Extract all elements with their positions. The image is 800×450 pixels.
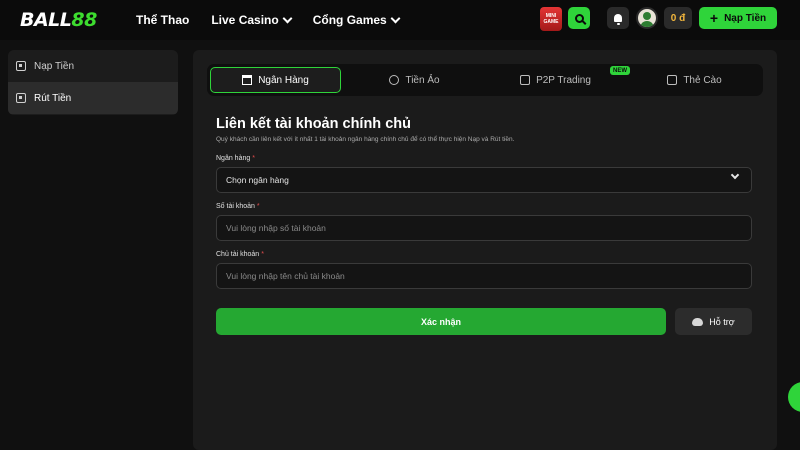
form-description: Quý khách cần liên kết với ít nhất 1 tài…	[216, 136, 515, 143]
new-badge: NEW	[610, 66, 630, 75]
sidebar-item-label: Rút Tiền	[34, 92, 72, 104]
account-number-label-text: Số tài khoản	[216, 203, 255, 210]
nav-cong-games[interactable]: Cổng Games	[312, 13, 401, 27]
bank-label: Ngân hàng *	[216, 155, 255, 162]
sidebar: Nạp Tiền Rút Tiền	[8, 50, 178, 115]
top-header: BALL88 Thể Thao Live Casino Cổng Games M…	[0, 0, 800, 40]
account-number-input[interactable]: Vui lòng nhập số tài khoản	[216, 215, 752, 241]
account-number-placeholder: Vui lòng nhập số tài khoản	[226, 223, 326, 233]
bank-select[interactable]: Chọn ngân hàng	[216, 167, 752, 193]
account-holder-label: Chủ tài khoản *	[216, 251, 264, 258]
plus-icon: +	[709, 10, 719, 26]
card-icon	[667, 75, 678, 85]
bank-select-value: Chọn ngân hàng	[226, 175, 289, 185]
support-button[interactable]: Hỗ trợ	[675, 308, 752, 335]
submit-button[interactable]: Xác nhận	[216, 308, 666, 335]
required-mark: *	[261, 251, 264, 258]
chevron-down-icon	[282, 13, 293, 23]
main-nav: Thể Thao Live Casino Cổng Games	[136, 0, 401, 40]
account-holder-placeholder: Vui lòng nhập tên chủ tài khoản	[226, 271, 345, 281]
account-holder-label-text: Chủ tài khoản	[216, 251, 260, 258]
required-mark: *	[256, 203, 260, 210]
support-label: Hỗ trợ	[709, 316, 735, 327]
payment-method-tabs: Ngân Hàng Tiền Ảo P2P Trading NEW Thẻ Cà…	[207, 64, 763, 96]
account-number-label: Số tài khoản *	[216, 203, 260, 210]
tab-p2p-trading[interactable]: P2P Trading	[490, 67, 621, 93]
tab-tien-ao[interactable]: Tiền Ảo	[349, 67, 480, 93]
tab-label: Tiền Ảo	[405, 74, 440, 86]
bell-icon	[614, 14, 622, 25]
deposit-button[interactable]: + Nạp Tiền	[699, 7, 777, 29]
deposit-label: Nạp Tiền	[724, 12, 767, 24]
sidebar-item-label: Nạp Tiền	[34, 60, 75, 72]
nav-label: Cổng Games	[312, 13, 387, 27]
logo-text-88: 88	[71, 9, 97, 31]
sidebar-item-nap-tien[interactable]: Nạp Tiền	[8, 50, 178, 82]
tab-the-cao[interactable]: Thẻ Cào	[629, 67, 760, 93]
withdraw-panel: Ngân Hàng Tiền Ảo P2P Trading NEW Thẻ Cà…	[193, 50, 777, 450]
chevron-down-icon	[390, 13, 401, 23]
nav-live-casino[interactable]: Live Casino	[211, 13, 293, 27]
nav-the-thao[interactable]: Thể Thao	[136, 13, 189, 27]
tab-label: Ngân Hàng	[258, 74, 309, 86]
nav-label: Live Casino	[211, 13, 279, 27]
search-icon	[574, 13, 584, 23]
p2p-icon	[520, 75, 531, 85]
bank-label-text: Ngân hàng	[216, 155, 251, 162]
logo-text-ball: BALL	[20, 9, 72, 31]
floating-chat-button[interactable]	[788, 382, 800, 412]
form-title: Liên kết tài khoản chính chủ	[216, 116, 411, 132]
bank-icon	[242, 75, 253, 85]
ball88-logo[interactable]: BALL88	[20, 9, 97, 31]
avatar[interactable]	[636, 7, 658, 29]
required-mark: *	[252, 155, 255, 162]
tab-label: Thẻ Cào	[683, 74, 722, 86]
mini-game-button[interactable]: MINI GAME	[540, 7, 562, 31]
chat-support-icon	[692, 317, 704, 326]
nav-label: Thể Thao	[136, 13, 190, 27]
balance-display[interactable]: 0 đ	[664, 7, 692, 29]
coin-icon	[389, 75, 400, 85]
account-holder-input[interactable]: Vui lòng nhập tên chủ tài khoản	[216, 263, 752, 289]
notification-button[interactable]	[607, 7, 629, 29]
sidebar-item-rut-tien[interactable]: Rút Tiền	[8, 82, 178, 114]
tab-ngan-hang[interactable]: Ngân Hàng	[210, 67, 341, 93]
tab-label: P2P Trading	[536, 74, 591, 86]
wallet-icon	[16, 61, 26, 71]
search-button[interactable]	[568, 7, 590, 29]
chevron-down-icon	[730, 170, 740, 180]
mini-game-label: GAME	[543, 19, 559, 25]
withdraw-icon	[16, 93, 26, 103]
